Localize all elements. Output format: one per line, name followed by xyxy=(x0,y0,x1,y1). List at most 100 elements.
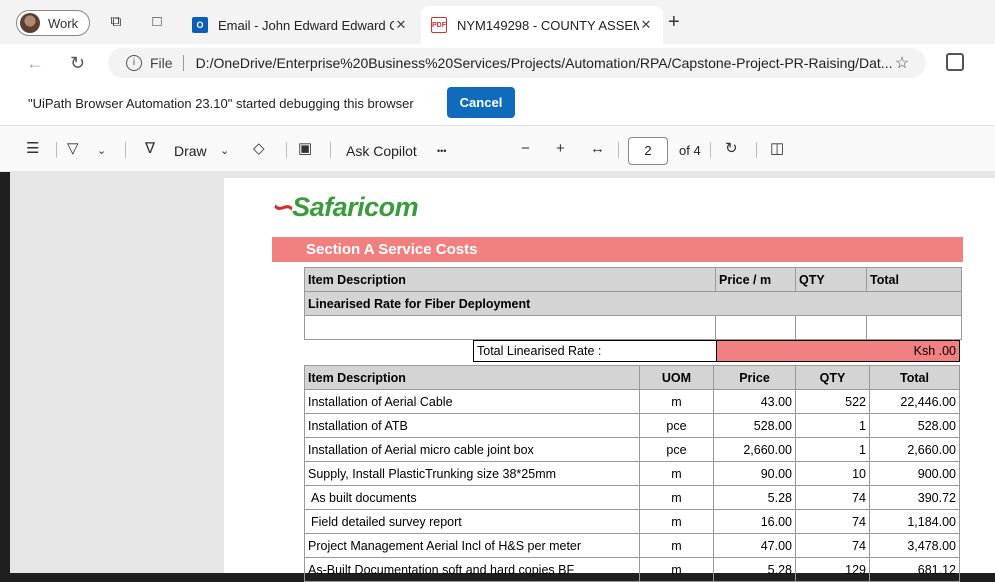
service-cost-table: Item Description UOM Price QTY Total Ins… xyxy=(304,365,960,582)
tab-pdf[interactable]: PDF NYM149298 - COUNTY ASSEMBL ✕ xyxy=(421,6,663,44)
cell-uom: m xyxy=(639,557,714,582)
header-price-per-m: Price / m xyxy=(715,267,796,292)
omnibox[interactable]: i File D:/OneDrive/Enterprise%20Business… xyxy=(108,48,926,78)
header-total: Total xyxy=(869,365,960,390)
table-header-row: Item Description Price / m QTY Total xyxy=(304,267,962,292)
text-box-icon[interactable]: ▣ xyxy=(298,141,312,157)
cell-uom: pce xyxy=(639,413,714,438)
more-options-button[interactable]: ••• xyxy=(437,146,446,156)
header-item-description: Item Description xyxy=(304,267,716,292)
profile-button[interactable]: Work xyxy=(16,10,90,36)
zoom-out-icon[interactable]: − xyxy=(521,141,530,157)
favorite-star-icon[interactable]: ☆ xyxy=(892,53,912,73)
table-cell xyxy=(715,315,796,340)
table-header-row: Item Description UOM Price QTY Total xyxy=(304,365,960,390)
tab-email[interactable]: O Email - John Edward Edward Ow ✕ xyxy=(182,6,418,44)
close-icon[interactable]: ✕ xyxy=(639,17,653,33)
cell-price: 47.00 xyxy=(713,533,796,558)
section-title: Section A Service Costs xyxy=(272,237,963,262)
table-body: Installation of Aerial Cable m 43.00 522 22,… xyxy=(304,389,960,582)
tab-bar: Work ⧉ □ O Email - John Edward Edward Ow… xyxy=(0,0,995,44)
page-number-input[interactable]: 2 xyxy=(628,137,668,165)
divider xyxy=(618,142,619,158)
eraser-icon[interactable]: ◇ xyxy=(253,141,265,157)
cell-total: 528.00 xyxy=(869,413,960,438)
cell-total: 2,660.00 xyxy=(869,437,960,462)
cancel-button[interactable]: Cancel xyxy=(447,87,515,118)
close-icon[interactable]: ✕ xyxy=(394,17,408,33)
extension-icon[interactable] xyxy=(946,53,964,71)
cell-price: 2,660.00 xyxy=(713,437,796,462)
cell-qty: 1 xyxy=(795,413,870,438)
cell-price: 90.00 xyxy=(713,461,796,486)
cell-desc: As built documents xyxy=(304,485,640,510)
cell-total: 3,478.00 xyxy=(869,533,960,558)
highlight-icon[interactable]: ▽ xyxy=(67,141,79,157)
page-count: of 4 xyxy=(679,143,701,158)
cell-qty: 10 xyxy=(795,461,870,486)
cell-qty: 74 xyxy=(795,485,870,510)
divider xyxy=(710,142,711,158)
table-row: Installation of Aerial Cable m 43.00 522 22,… xyxy=(304,389,960,414)
table-row: Project Management Aerial Incl of H&S pe… xyxy=(304,533,960,558)
total-label: Total Linearised Rate : xyxy=(473,340,717,362)
pdf-toolbar: ☰ ▽ ⌄ ∇ Draw ⌄ ◇ ▣ Ask Copilot ••• − + ↔… xyxy=(0,126,995,172)
outlook-icon: O xyxy=(192,17,208,33)
cell-uom: m xyxy=(639,509,714,534)
address-bar: ← ↻ i File D:/OneDrive/Enterprise%20Busi… xyxy=(0,44,995,82)
cell-desc: Supply, Install PlasticTrunking size 38*… xyxy=(304,461,640,486)
cell-qty: 74 xyxy=(795,509,870,534)
table-row: Installation of Aerial micro cable joint… xyxy=(304,437,960,462)
cell-total: 1,184.00 xyxy=(869,509,960,534)
profile-label: Work xyxy=(48,15,79,31)
draw-button[interactable]: Draw xyxy=(174,143,207,159)
vertical-tabs-icon[interactable]: □ xyxy=(148,13,166,31)
divider xyxy=(756,142,757,158)
cell-desc: Installation of Aerial Cable xyxy=(304,389,640,414)
cell-desc: Installation of ATB xyxy=(304,413,640,438)
header-qty: QTY xyxy=(795,267,867,292)
new-tab-icon[interactable]: + xyxy=(668,12,680,32)
cell-uom: m xyxy=(639,461,714,486)
cell-total: 22,446.00 xyxy=(869,389,960,414)
contents-icon[interactable]: ☰ xyxy=(26,141,39,157)
total-value: Ksh .00 xyxy=(716,340,960,362)
pdf-icon: PDF xyxy=(431,17,447,33)
table-cell xyxy=(304,315,716,340)
fit-width-icon[interactable]: ↔ xyxy=(590,141,605,157)
table-row xyxy=(304,315,962,340)
total-linearised-rate: Total Linearised Rate : Ksh .00 xyxy=(473,340,960,362)
table-row: Installation of ATB pce 528.00 1 528.00 xyxy=(304,413,960,438)
divider xyxy=(56,142,57,158)
rotate-icon[interactable]: ↻ xyxy=(725,141,738,157)
divider xyxy=(330,142,331,158)
cell-price: 5.28 xyxy=(713,557,796,582)
subheader-linearised-rate: Linearised Rate for Fiber Deployment xyxy=(304,291,962,316)
tab-title: Email - John Edward Edward Ow xyxy=(218,17,394,33)
cell-qty: 1 xyxy=(795,437,870,462)
divider xyxy=(182,55,184,71)
page-view-icon[interactable]: ◫ xyxy=(770,141,784,157)
tab-title: NYM149298 - COUNTY ASSEMBL xyxy=(457,17,639,33)
zoom-in-icon[interactable]: + xyxy=(556,141,565,157)
table-subheader-row: Linearised Rate for Fiber Deployment xyxy=(304,291,962,316)
cell-desc: Installation of Aerial micro cable joint… xyxy=(304,437,640,462)
back-icon[interactable]: ← xyxy=(26,53,44,73)
cell-total: 681.12 xyxy=(869,557,960,582)
refresh-icon[interactable]: ↻ xyxy=(70,53,85,73)
table-cell xyxy=(795,315,867,340)
draw-icon[interactable]: ∇ xyxy=(145,141,155,157)
cell-uom: pce xyxy=(639,437,714,462)
debug-message: "UiPath Browser Automation 23.10" starte… xyxy=(28,96,414,111)
url-text[interactable]: D:/OneDrive/Enterprise%20Business%20Serv… xyxy=(196,55,892,71)
workspaces-icon[interactable]: ⧉ xyxy=(107,13,125,31)
divider xyxy=(286,142,287,158)
header-item-description: Item Description xyxy=(304,365,640,390)
table-row: Field detailed survey report m 16.00 74 1,18… xyxy=(304,509,960,534)
info-icon[interactable]: i xyxy=(126,55,142,71)
chevron-down-icon[interactable]: ⌄ xyxy=(97,143,106,159)
chevron-down-icon[interactable]: ⌄ xyxy=(220,143,229,159)
ask-copilot-button[interactable]: Ask Copilot xyxy=(346,143,417,159)
table-row: As built documents m 5.28 74 390.72 xyxy=(304,485,960,510)
safaricom-logo: ∽Safaricom xyxy=(270,192,419,222)
